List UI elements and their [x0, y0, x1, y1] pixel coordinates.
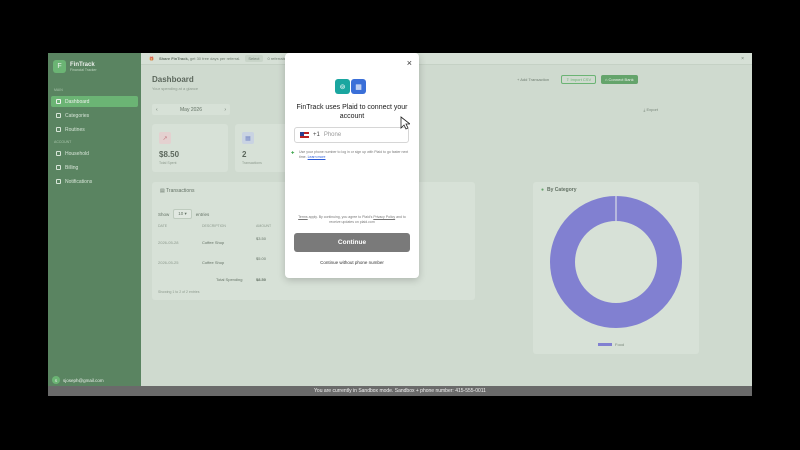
country-code[interactable]: +1 [313, 132, 320, 138]
privacy-policy-link[interactable]: Privacy Policy [373, 215, 395, 219]
phone-hint: Use your phone number to log in or sign … [299, 150, 410, 159]
sandbox-notice: You are currently in Sandbox mode. Sandb… [48, 386, 752, 396]
plaid-modal: × ⊚ ▦ FinTrack uses Plaid to connect you… [285, 53, 419, 278]
modal-title: FinTrack uses Plaid to connect your acco… [296, 104, 408, 121]
plaid-logos: ⊚ ▦ [335, 79, 366, 94]
bank-icon: ▦ [351, 79, 366, 94]
terms-link[interactable]: Terms [298, 215, 308, 219]
continue-without-phone-link[interactable]: Continue without phone number [285, 260, 419, 265]
learn-more-link[interactable]: Learn more [308, 155, 326, 159]
terms-mid: apply. By continuing, you agree to Plaid… [308, 215, 373, 219]
continue-button[interactable]: Continue [294, 233, 410, 252]
shield-icon: ✚ [291, 150, 295, 155]
close-icon[interactable]: × [407, 58, 412, 68]
mouse-cursor-icon [400, 116, 410, 130]
fintrack-logo-icon: ⊚ [335, 79, 350, 94]
phone-placeholder: Phone [323, 132, 342, 138]
phone-input[interactable]: +1 Phone [294, 127, 409, 143]
terms-text: Terms apply. By continuing, you agree to… [297, 215, 407, 224]
us-flag-icon [300, 132, 309, 138]
